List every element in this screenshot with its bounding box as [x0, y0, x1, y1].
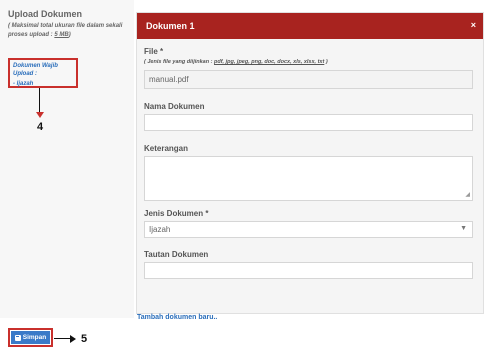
close-icon[interactable]: ×	[471, 20, 476, 30]
save-button-label: Simpan	[22, 334, 47, 341]
save-button-highlight: Simpan	[8, 328, 53, 347]
note-size: 5 MB	[54, 32, 69, 38]
file-label: File *	[144, 47, 164, 56]
required-doc-item: - Ijazah	[13, 81, 34, 87]
file-hint-prefix: ( Jenis file yang diijinkan :	[144, 59, 214, 65]
required-docs-box: Dokumen Wajib Upload : - Ijazah	[8, 58, 78, 88]
annotation-number-4: 4	[37, 121, 44, 133]
link-label: Tautan Dokumen	[144, 250, 209, 259]
annotation-number-5: 5	[81, 333, 88, 345]
resize-handle-icon[interactable]: ◢	[465, 191, 470, 198]
doc-type-value: Ijazah	[149, 225, 171, 234]
add-document-link[interactable]: Tambah dokumen baru..	[137, 314, 217, 321]
note-line-1: ( Maksimal total ukuran file dalam sekal…	[8, 23, 123, 29]
floppy-disk-icon	[14, 334, 21, 341]
doc-type-select[interactable]: Ijazah ▼	[144, 221, 473, 238]
required-docs-title: Dokumen Wajib Upload :	[13, 63, 58, 77]
file-input[interactable]: manual.pdf	[144, 70, 473, 89]
name-label: Nama Dokumen	[144, 102, 205, 111]
file-types: pdf, jpg, jpeg, png, doc, docx, xls, xls…	[214, 59, 325, 65]
annotation-arrowhead-4	[36, 112, 44, 118]
description-textarea[interactable]: ◢	[144, 156, 473, 201]
note-suffix: )	[68, 32, 71, 38]
chevron-down-icon: ▼	[460, 225, 467, 232]
annotation-arrowhead-5	[70, 335, 76, 343]
save-button[interactable]: Simpan	[11, 331, 50, 344]
doc-type-label: Jenis Dokumen *	[144, 209, 209, 218]
modal-header: Dokumen 1 ×	[137, 13, 483, 39]
document-link-input[interactable]	[144, 262, 473, 279]
description-label: Keterangan	[144, 144, 189, 153]
file-hint-suffix: )	[324, 59, 328, 65]
note-line-2-prefix: proses upload :	[8, 32, 55, 38]
file-types-hint: ( Jenis file yang diijinkan : pdf, jpg, …	[144, 59, 328, 65]
upload-info-panel: Upload Dokumen ( Maksimal total ukuran f…	[0, 0, 134, 318]
upload-size-note: ( Maksimal total ukuran file dalam sekal…	[8, 22, 132, 40]
modal-title: Dokumen 1	[146, 21, 195, 31]
document-name-input[interactable]	[144, 114, 473, 131]
upload-title: Upload Dokumen	[8, 9, 83, 19]
